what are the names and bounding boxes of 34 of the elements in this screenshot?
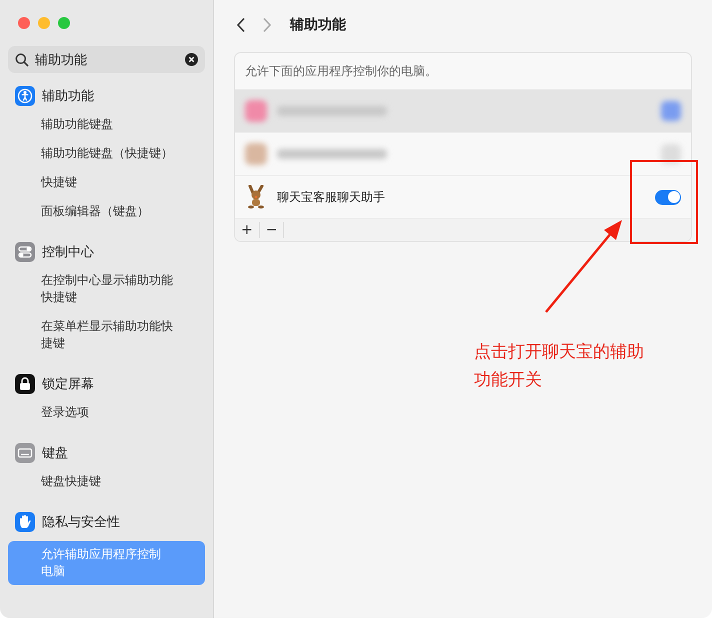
control-center-icon <box>15 242 35 262</box>
search-icon <box>15 52 29 66</box>
sidebar-section[interactable]: 隐私与安全性 <box>42 513 120 531</box>
sidebar-item[interactable]: 辅助功能键盘（快捷键） <box>8 140 205 167</box>
sidebar-section[interactable]: 控制中心 <box>42 243 94 261</box>
clear-icon[interactable] <box>185 53 198 66</box>
sidebar-item[interactable]: 面板编辑器（键盘） <box>8 198 205 225</box>
sidebar-section[interactable]: 辅助功能 <box>42 87 94 105</box>
rabbit-app-icon <box>245 185 267 209</box>
search-field[interactable]: 辅助功能 <box>8 46 205 73</box>
sidebar-item[interactable]: 快捷键 <box>8 169 205 196</box>
remove-button[interactable]: − <box>260 222 284 238</box>
window-title: 辅助功能 <box>290 16 346 34</box>
zoom-button[interactable] <box>58 17 70 29</box>
sidebar-item[interactable]: 键盘快捷键 <box>8 468 205 495</box>
sidebar-item[interactable]: 在控制中心显示辅助功能快捷键 <box>8 267 205 311</box>
annotation-text: 点击打开聊天宝的辅助功能开关 <box>474 341 645 392</box>
minimize-button[interactable] <box>38 17 50 29</box>
sidebar-section[interactable]: 锁定屏幕 <box>42 375 94 393</box>
close-button[interactable] <box>18 17 30 29</box>
app-name: 聊天宝客服聊天助手 <box>277 188 385 206</box>
sidebar-section[interactable]: 键盘 <box>42 444 68 462</box>
sidebar-item[interactable]: 在菜单栏显示辅助功能快捷键 <box>8 313 205 357</box>
back-icon[interactable] <box>236 17 246 33</box>
sidebar-item[interactable]: 登录选项 <box>8 399 205 426</box>
keyboard-icon <box>15 443 35 463</box>
forward-icon[interactable] <box>262 17 272 33</box>
sidebar-item[interactable]: 辅助功能键盘 <box>8 111 205 138</box>
lock-icon <box>15 374 35 394</box>
search-text: 辅助功能 <box>35 52 88 68</box>
toggle-switch[interactable] <box>655 190 681 204</box>
accessibility-icon <box>15 86 35 106</box>
add-button[interactable]: + <box>235 222 260 238</box>
privacy-icon <box>15 512 35 532</box>
